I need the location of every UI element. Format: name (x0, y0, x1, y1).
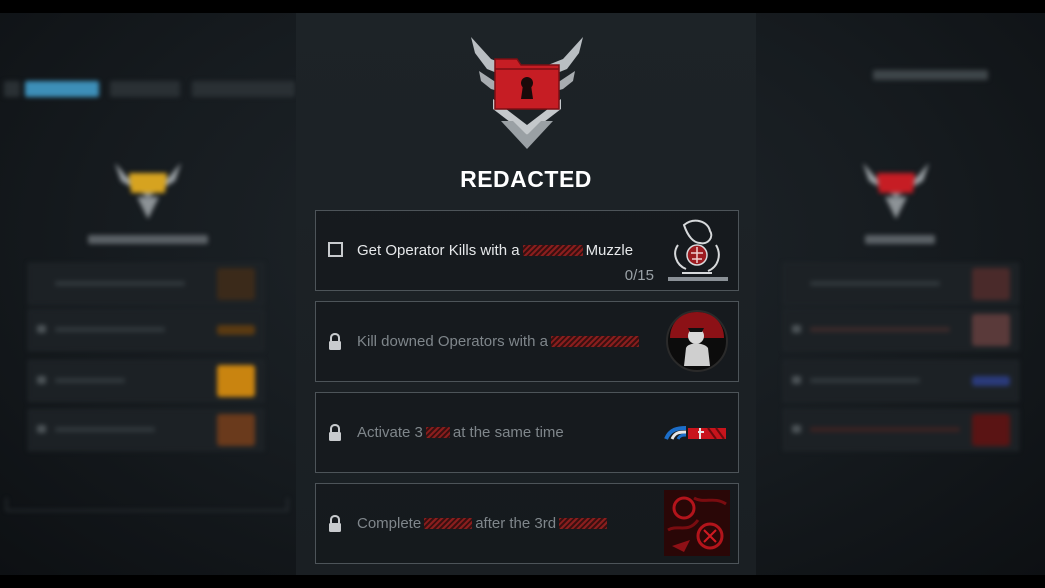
challenge-text: Muzzle (585, 242, 634, 259)
operator-portrait-calling-card-icon (664, 308, 730, 374)
background-row (28, 309, 264, 351)
challenge-checkbox[interactable] (328, 242, 343, 257)
challenge-card-2[interactable]: Kill downed Operators with a (315, 301, 739, 382)
background-row (783, 263, 1019, 305)
challenge-text: Activate 3 (357, 424, 423, 441)
background-tab-bar (0, 81, 295, 97)
challenge-progress: 0/15 (624, 267, 654, 284)
redacted-mark (550, 336, 639, 347)
challenge-description: Kill downed Operators with a (357, 333, 642, 351)
skull-dragon-sticker-icon (664, 217, 730, 283)
challenge-panel: REDACTED Get Operator Kills with a Muzzle… (296, 13, 756, 575)
challenge-text: Kill downed Operators with a (357, 333, 548, 350)
background-tab (110, 81, 180, 97)
background-label (873, 70, 988, 80)
background-tab-active (25, 81, 99, 97)
locked-folder-winged-chevron-icon (471, 33, 583, 149)
challenge-card-1[interactable]: Get Operator Kills with a Muzzle 0/15 (315, 210, 739, 291)
lock-icon (328, 423, 342, 442)
background-panel-left (0, 13, 295, 575)
challenge-text: after the 3rd (475, 515, 557, 532)
background-row (28, 360, 264, 402)
background-emblem-red-icon (863, 163, 929, 224)
reward-bar (668, 277, 728, 281)
challenge-text: Get Operator Kills with a (357, 242, 520, 259)
background-row (783, 360, 1019, 402)
challenge-text: Complete (357, 515, 422, 532)
background-row (783, 409, 1019, 451)
redacted-mark (424, 518, 473, 529)
redacted-mark (425, 427, 450, 438)
blue-red-emblem-stripe-icon (664, 399, 730, 465)
background-row (783, 309, 1019, 351)
challenge-description: Get Operator Kills with a Muzzle (357, 242, 633, 260)
background-title-bar (88, 235, 208, 244)
lock-icon (328, 514, 342, 533)
background-frame (6, 498, 288, 511)
challenge-description: Complete after the 3rd (357, 515, 610, 533)
page-title: REDACTED (460, 166, 592, 192)
challenge-card-4[interactable]: Complete after the 3rd (315, 483, 739, 564)
challenge-description: Activate 3 at the same time (357, 424, 564, 442)
background-tab (192, 81, 295, 97)
background-panel-right (755, 13, 1045, 575)
background-emblem-gold-icon (115, 163, 181, 224)
game-scene: REDACTED Get Operator Kills with a Muzzle… (0, 13, 1045, 575)
challenge-text: at the same time (452, 424, 564, 441)
background-title-bar (865, 235, 935, 244)
lock-icon (328, 332, 342, 351)
background-row (28, 409, 264, 451)
background-tab (4, 81, 20, 97)
letterbox-bottom (0, 575, 1045, 588)
challenge-card-3[interactable]: Activate 3 at the same time (315, 392, 739, 473)
letterbox-top (0, 0, 1045, 13)
red-graffiti-calling-card-icon (664, 490, 730, 556)
redacted-mark (559, 518, 608, 529)
background-row (28, 263, 264, 305)
redacted-mark (522, 245, 583, 256)
